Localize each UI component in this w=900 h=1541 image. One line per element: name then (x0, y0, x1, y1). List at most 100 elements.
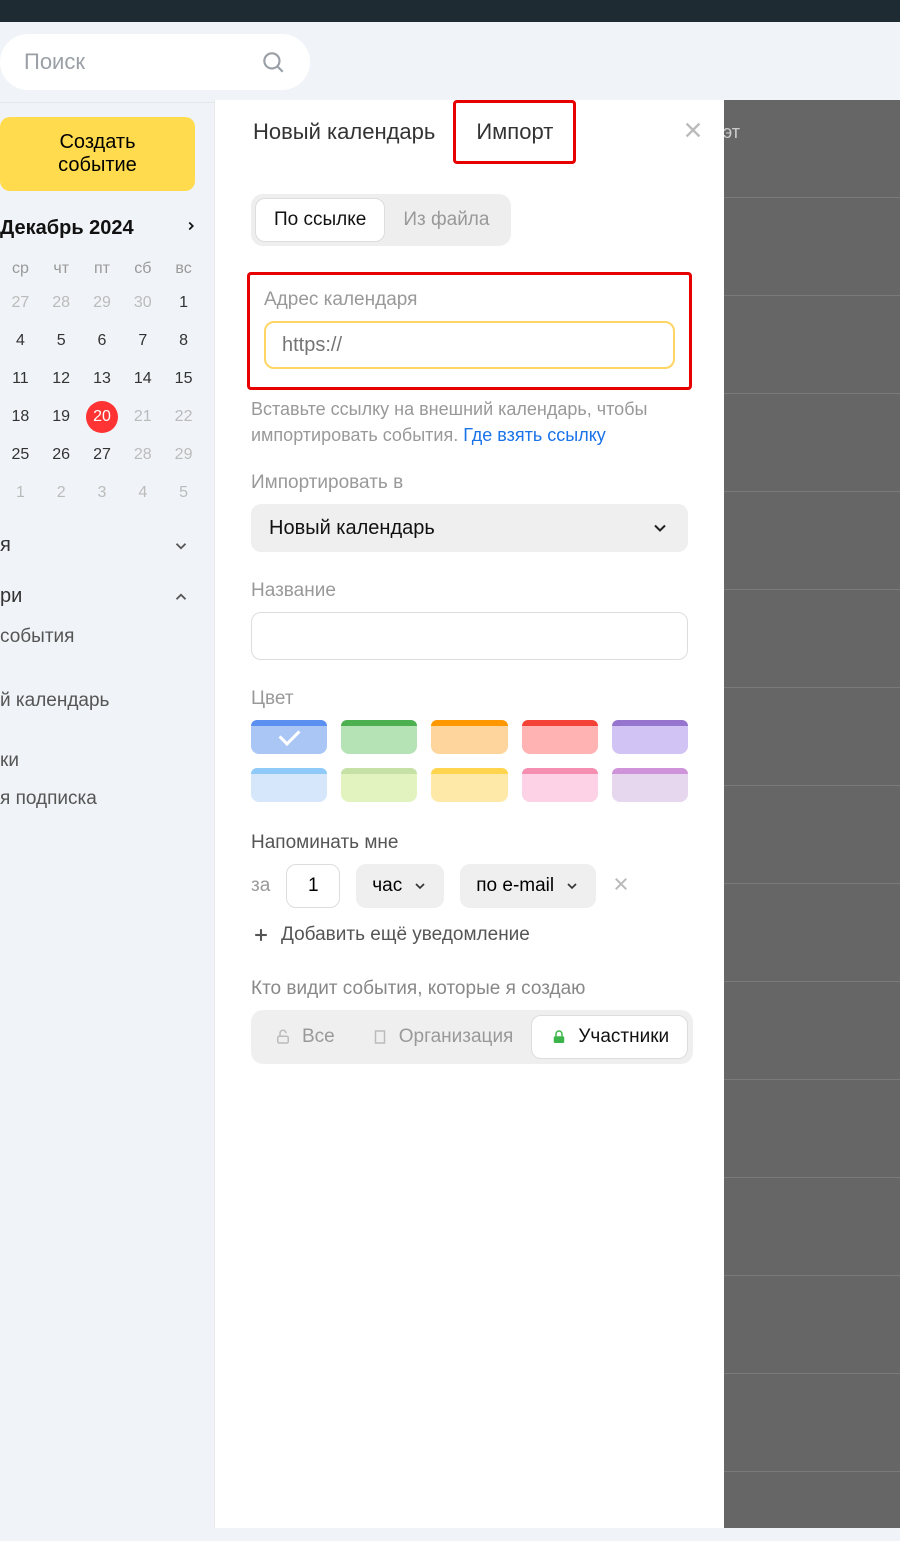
vis-org[interactable]: Организация (353, 1015, 532, 1059)
calendar-name-input[interactable] (251, 612, 688, 660)
color-label: Цвет (251, 688, 688, 710)
remove-reminder-button[interactable] (612, 873, 630, 899)
dow-cell: сб (134, 260, 151, 278)
calendar-day[interactable]: 4 (127, 477, 159, 509)
search-bar-area: Поиск (0, 22, 900, 103)
color-swatch[interactable] (341, 768, 417, 802)
chevron-down-icon (412, 878, 428, 894)
calendar-day[interactable]: 29 (168, 439, 200, 471)
sidebar-section-1[interactable]: я (0, 512, 204, 567)
color-swatch[interactable] (612, 768, 688, 802)
color-swatch[interactable] (612, 720, 688, 754)
color-swatch[interactable] (251, 720, 327, 754)
vis-org-label: Организация (399, 1026, 514, 1048)
calendar-week: 11 12 13 14 15 (0, 360, 204, 398)
calendar-day[interactable]: 3 (86, 477, 118, 509)
calendar-day[interactable]: 6 (86, 325, 118, 357)
color-strip (612, 720, 688, 726)
sidebar-item-2[interactable]: ки (0, 742, 204, 780)
dow-cell: вс (175, 260, 191, 278)
calendar-day[interactable]: 18 (4, 401, 36, 433)
color-strip (522, 768, 598, 774)
color-strip (522, 720, 598, 726)
color-swatch[interactable] (431, 720, 507, 754)
color-swatch[interactable] (522, 768, 598, 802)
visibility-label: Кто видит события, которые я создаю (251, 978, 688, 1000)
calendar-day[interactable]: 22 (168, 401, 200, 433)
import-panel: Новый календарь Импорт По ссылке Из файл… (214, 100, 724, 1528)
vis-all[interactable]: Все (256, 1015, 353, 1059)
lock-icon (550, 1028, 568, 1046)
calendar-day[interactable]: 8 (168, 325, 200, 357)
remind-channel-label: по e-mail (476, 875, 554, 897)
url-hint: Вставьте ссылку на внешний календарь, чт… (251, 396, 688, 448)
calendar-day[interactable]: 27 (4, 287, 36, 319)
sidebar-section-2-label: ри (0, 585, 22, 608)
close-icon (612, 875, 630, 893)
calendar-day[interactable]: 4 (4, 325, 36, 357)
vis-all-label: Все (302, 1026, 335, 1048)
calendar-day[interactable]: 1 (4, 477, 36, 509)
search-input-wrap[interactable]: Поиск (0, 34, 310, 90)
sidebar-section-1-label: я (0, 534, 11, 557)
calendar-day[interactable]: 12 (45, 363, 77, 395)
calendar-day[interactable]: 27 (86, 439, 118, 471)
color-swatch[interactable] (251, 768, 327, 802)
chevron-right-icon (184, 219, 198, 233)
import-to-label: Импортировать в (251, 472, 688, 494)
where-link[interactable]: Где взять ссылку (463, 425, 606, 445)
color-swatch[interactable] (522, 720, 598, 754)
calendar-day[interactable]: 21 (127, 401, 159, 433)
seg-by-link[interactable]: По ссылке (255, 198, 385, 242)
color-strip (431, 768, 507, 774)
sidebar-item-0[interactable]: события (0, 618, 204, 656)
color-row-1 (251, 720, 688, 754)
name-label: Название (251, 580, 688, 602)
visibility-segmented: Все Организация Участники (251, 1010, 693, 1064)
tab-import[interactable]: Импорт (476, 119, 553, 145)
color-strip (341, 768, 417, 774)
calendar-day[interactable]: 2 (45, 477, 77, 509)
remind-channel-select[interactable]: по e-mail (460, 864, 596, 908)
remind-unit-select[interactable]: час (356, 864, 444, 908)
unlock-icon (274, 1028, 292, 1046)
calendar-day[interactable]: 26 (45, 439, 77, 471)
create-event-button[interactable]: Создать событие (0, 117, 195, 191)
sidebar-item-1[interactable]: й календарь (0, 682, 204, 720)
next-month-button[interactable] (184, 219, 198, 238)
add-reminder-button[interactable]: Добавить ещё уведомление (251, 924, 688, 946)
seg-from-file[interactable]: Из файла (385, 198, 507, 242)
import-to-select[interactable]: Новый календарь (251, 504, 688, 552)
calendar-day[interactable]: 7 (127, 325, 159, 357)
tab-new-calendar[interactable]: Новый календарь (235, 101, 453, 163)
color-swatch[interactable] (431, 768, 507, 802)
dow-cell: чт (53, 260, 69, 278)
close-panel-button[interactable] (682, 116, 704, 148)
calendar-day[interactable]: 14 (127, 363, 159, 395)
calendar-day[interactable]: 13 (86, 363, 118, 395)
calendar-day[interactable]: 11 (4, 363, 36, 395)
sidebar-item-3[interactable]: я подписка (0, 780, 204, 818)
remind-label: Напоминать мне (251, 832, 688, 854)
remind-value-input[interactable] (286, 864, 340, 908)
color-swatch[interactable] (341, 720, 417, 754)
calendar-day[interactable]: 30 (127, 287, 159, 319)
calendar-url-input[interactable] (264, 321, 675, 369)
mini-calendar-dow: срчтптсбвс (0, 254, 204, 284)
calendar-day[interactable]: 28 (45, 287, 77, 319)
mini-calendar-grid: 2728293014567811121314151819202122252627… (0, 284, 204, 512)
sidebar-section-2[interactable]: ри (0, 567, 204, 618)
window-top-bar (0, 0, 900, 22)
calendar-day[interactable]: 28 (127, 439, 159, 471)
calendar-day[interactable]: 25 (4, 439, 36, 471)
calendar-day[interactable]: 15 (168, 363, 200, 395)
calendar-day[interactable]: 19 (45, 401, 77, 433)
color-strip (341, 720, 417, 726)
vis-participants[interactable]: Участники (531, 1015, 688, 1059)
calendar-day[interactable]: 5 (45, 325, 77, 357)
dow-cell: пт (94, 260, 110, 278)
calendar-day[interactable]: 1 (168, 287, 200, 319)
calendar-day[interactable]: 29 (86, 287, 118, 319)
calendar-day[interactable]: 5 (168, 477, 200, 509)
calendar-day[interactable]: 20 (86, 401, 118, 433)
